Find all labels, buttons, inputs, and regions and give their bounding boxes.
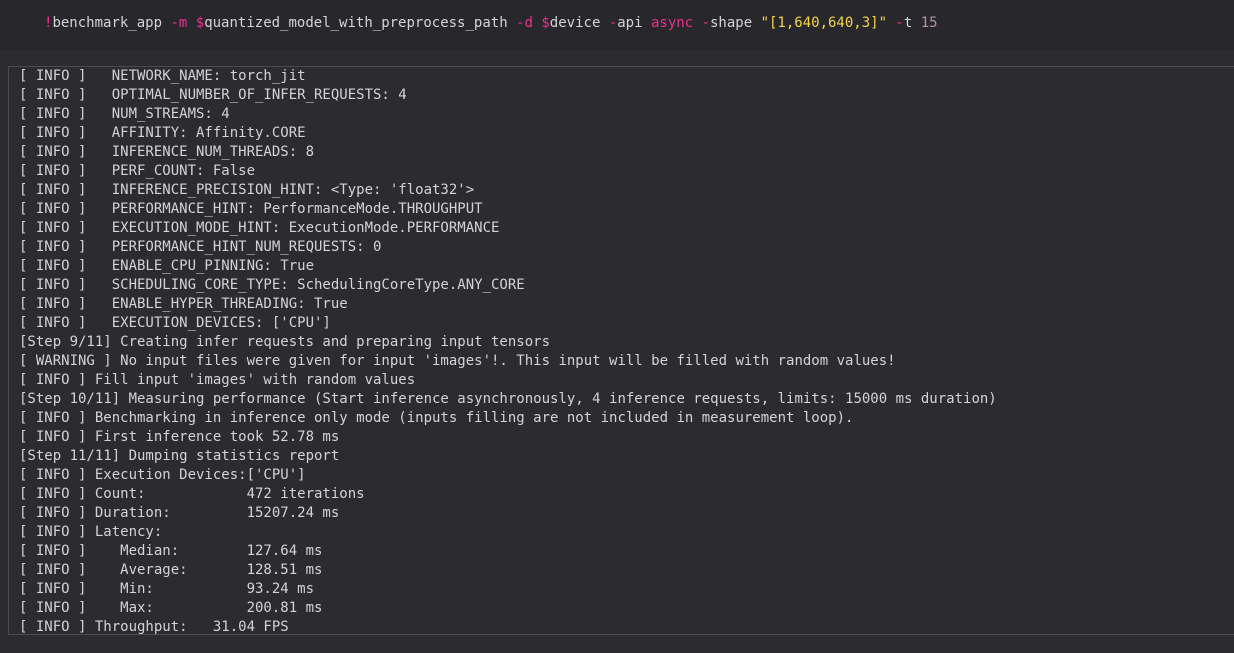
code-token: 15 [920, 15, 938, 31]
output-line: [ INFO ] Benchmarking in inference only … [19, 410, 854, 426]
output-line: [ INFO ] OPTIMAL_NUMBER_OF_INFER_REQUEST… [19, 87, 407, 103]
output-line: [ INFO ] Fill input 'images' with random… [19, 372, 416, 388]
output-line: [ INFO ] Min: 93.24 ms [19, 581, 315, 597]
output-line: [ INFO ] AFFINITY: Affinity.CORE [19, 125, 306, 141]
code-token: - [701, 15, 710, 31]
output-log: [ INFO ] NETWORK_NAME: torch_jit [ INFO ]… [19, 67, 997, 635]
cell-divider [0, 50, 1234, 64]
output-line: [ INFO ] PERF_COUNT: False [19, 163, 256, 179]
output-line: [ INFO ] Execution Devices:['CPU'] [19, 467, 306, 483]
output-line: [ INFO ] PERFORMANCE_HINT_NUM_REQUESTS: … [19, 239, 382, 255]
output-line: [ INFO ] First inference took 52.78 ms [19, 429, 340, 445]
output-line: [ INFO ] Max: 200.81 ms [19, 600, 323, 616]
output-line: [Step 11/11] Dumping statistics report [19, 448, 340, 464]
code-token: "[1,640,640,3]" [760, 15, 896, 31]
code-line[interactable]: !benchmark_app -m $quantized_model_with_… [44, 14, 938, 33]
output-line: [ INFO ] Median: 127.64 ms [19, 543, 323, 559]
code-cell-output: [ INFO ] NETWORK_NAME: torch_jit [ INFO ]… [8, 66, 1234, 635]
output-line: [ INFO ] Duration: 15207.24 ms [19, 505, 340, 521]
code-token: shape [709, 15, 761, 31]
code-token: -d [516, 15, 542, 31]
output-line: [ INFO ] Latency: [19, 524, 163, 540]
code-token: $ [195, 15, 205, 31]
output-line: [ INFO ] INFERENCE_NUM_THREADS: 8 [19, 144, 315, 160]
code-token: device [549, 15, 609, 31]
output-line: [ INFO ] PERFORMANCE_HINT: PerformanceMo… [19, 201, 483, 217]
code-token: t [903, 15, 921, 31]
output-line: [Step 10/11] Measuring performance (Star… [19, 391, 997, 407]
output-line: [ INFO ] SCHEDULING_CORE_TYPE: Schedulin… [19, 277, 525, 293]
output-line: [ INFO ] EXECUTION_MODE_HINT: ExecutionM… [19, 220, 500, 236]
output-line: [ INFO ] Count: 472 iterations [19, 486, 365, 502]
code-token: benchmark_app [52, 15, 171, 31]
output-line: [ INFO ] Throughput: 31.04 FPS [19, 619, 289, 635]
code-token: - [895, 15, 904, 31]
code-token: quantized_model_with_preprocess_path [204, 15, 517, 31]
output-line: [ INFO ] INFERENCE_PRECISION_HINT: <Type… [19, 182, 475, 198]
output-line: [ INFO ] Average: 128.51 ms [19, 562, 323, 578]
output-line: [ INFO ] ENABLE_HYPER_THREADING: True [19, 296, 348, 312]
output-line: [Step 9/11] Creating infer requests and … [19, 334, 551, 350]
code-token: - [608, 15, 618, 31]
code-token: async [650, 15, 702, 31]
output-line: [ INFO ] NETWORK_NAME: torch_jit [19, 68, 306, 84]
output-line: [ INFO ] ENABLE_CPU_PINNING: True [19, 258, 315, 274]
output-line: [ INFO ] EXECUTION_DEVICES: ['CPU'] [19, 315, 331, 331]
output-line: [ INFO ] NUM_STREAMS: 4 [19, 106, 230, 122]
code-token: $ [541, 15, 550, 31]
code-cell-input[interactable]: !benchmark_app -m $quantized_model_with_… [0, 0, 1234, 50]
output-line: [ WARNING ] No input files were given fo… [19, 353, 896, 369]
code-token: -m [170, 15, 196, 31]
code-token: api [617, 15, 651, 31]
